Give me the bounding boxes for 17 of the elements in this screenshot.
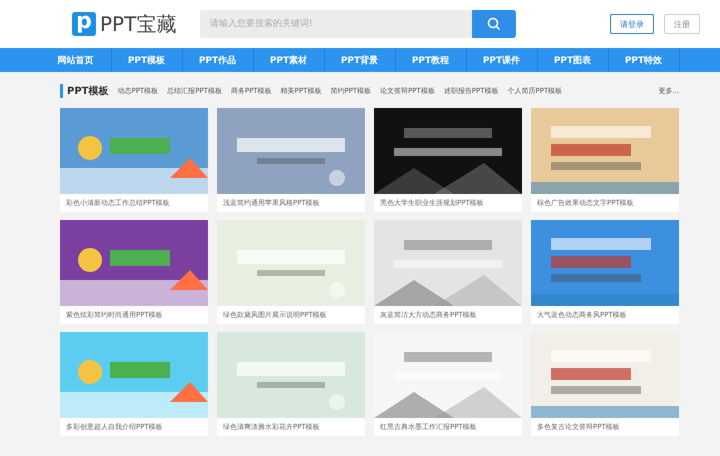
login-button[interactable]: 请登录 xyxy=(610,14,654,34)
search-field[interactable]: 请输入您要搜索的关键词! xyxy=(200,10,472,38)
search-button[interactable] xyxy=(472,10,516,38)
nav-item[interactable]: 网站首页 xyxy=(40,48,112,72)
nav-item[interactable]: PPT图表 xyxy=(538,48,608,72)
nav-item[interactable]: PPT课件 xyxy=(466,48,538,72)
nav-item[interactable]: PPT教程 xyxy=(396,48,466,72)
nav-item[interactable]: PPT作品 xyxy=(182,48,254,72)
logo-icon[interactable]: p xyxy=(72,12,96,36)
nav-item[interactable]: PPT模板 xyxy=(112,48,182,72)
nav-item[interactable]: PPT特效 xyxy=(608,48,680,72)
nav-item[interactable]: PPT素材 xyxy=(254,48,324,72)
nav-item[interactable]: PPT背景 xyxy=(324,48,396,72)
register-button[interactable]: 注册 xyxy=(664,14,700,34)
site-logo[interactable]: PPT宝藏 xyxy=(100,10,176,38)
section-title: PPT模板 xyxy=(60,84,108,98)
search-icon xyxy=(487,17,501,31)
